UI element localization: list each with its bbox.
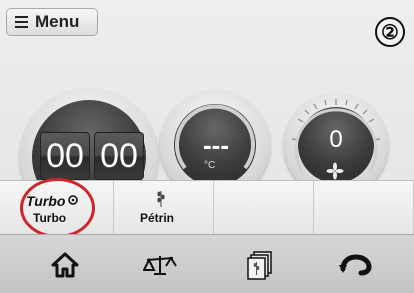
scale-icon [143,256,177,275]
wheat-icon [157,191,165,207]
menu-button[interactable]: Menu [6,8,98,36]
bottom-nav [0,234,414,293]
timer-minutes[interactable]: 00 [40,132,90,180]
temperature-unit: °C [204,160,216,171]
home-button[interactable] [45,245,85,285]
step-badge: ② [375,17,405,47]
selection-highlight-ring [20,178,95,238]
fan-icon [326,162,344,180]
home-icon [51,252,79,278]
menu-label: Menu [35,12,80,31]
hamburger-icon [15,16,28,29]
temperature-value: --- [203,130,229,160]
program-slot-empty[interactable] [314,181,414,234]
timer-seconds[interactable]: 00 [94,132,144,180]
recipes-button[interactable] [240,245,280,285]
program-petrin[interactable]: Pétrin [114,181,214,234]
petrin-label: Pétrin [140,211,175,225]
return-button[interactable] [336,245,376,285]
speed-value: 0 [329,126,343,153]
program-slot-empty[interactable] [214,181,314,234]
recipes-icon [247,251,272,280]
app-screen: Menu ② 00 00 min s --- °C [0,0,414,293]
scale-button[interactable] [140,245,180,285]
return-icon [339,254,372,276]
